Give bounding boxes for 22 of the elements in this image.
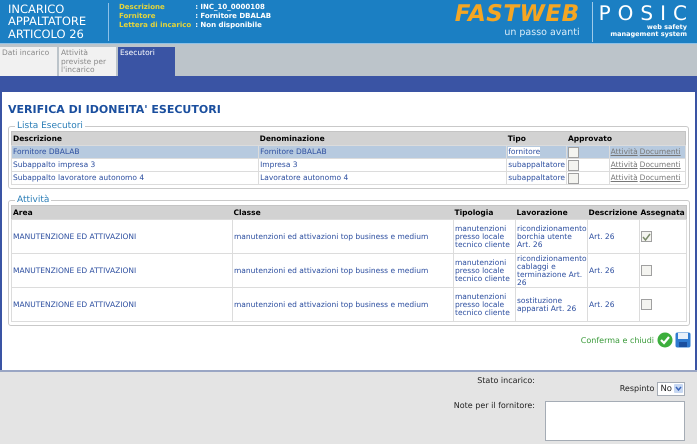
caret-icon — [674, 384, 683, 394]
checkbox[interactable] — [568, 146, 580, 158]
checkbox[interactable] — [568, 172, 580, 184]
page-heading: INCARICO APPALTATORE ARTICOLO 26 — [0, 2, 109, 40]
checkbox[interactable] — [641, 265, 652, 276]
checkbox[interactable] — [641, 231, 652, 242]
save-icon — [675, 332, 691, 348]
field-label: Respinto — [620, 384, 654, 394]
product-logo: POSIC — [598, 2, 694, 24]
confirm-link[interactable]: Conferma e chiudi — [580, 336, 654, 344]
field-label: Stato incarico: — [476, 376, 535, 385]
fieldset-legend: Lista Esecutori — [15, 121, 85, 131]
brand-logo: FASTWEB — [454, 2, 580, 26]
checkbox[interactable] — [641, 299, 652, 310]
checkbox[interactable] — [568, 160, 580, 170]
brand-tagline: un passo avanti — [504, 26, 580, 38]
fieldset-legend: Attività — [15, 195, 52, 205]
confirm-check-icon — [657, 332, 673, 348]
notes-field[interactable] — [545, 400, 685, 440]
section-title: VERIFICA DI IDONEITA' ESECUTORI — [8, 103, 222, 116]
status-select[interactable]: No — [657, 382, 685, 396]
field-label: Note per il fornitore: — [452, 400, 535, 410]
